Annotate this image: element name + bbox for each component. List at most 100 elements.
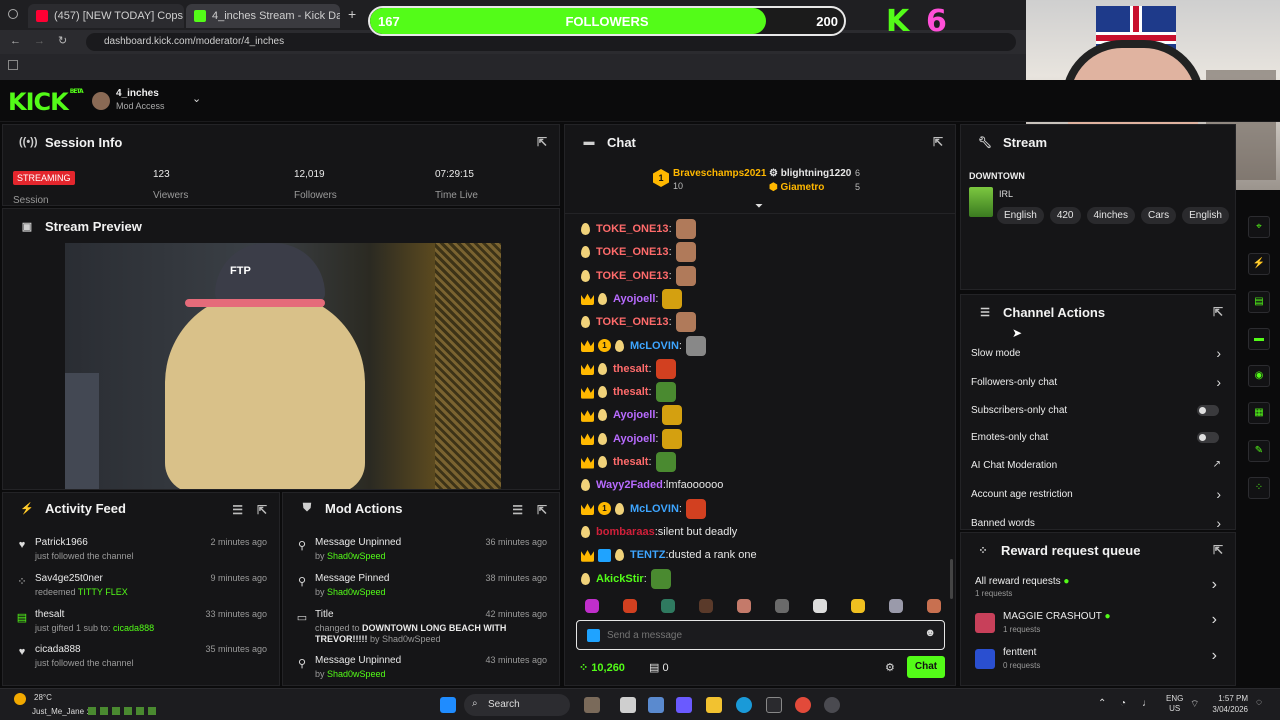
rail-chat-icon[interactable]: ▬: [1248, 328, 1270, 350]
points-icon: ⁘: [579, 662, 592, 674]
rail-capture-icon[interactable]: ⌖: [1248, 216, 1270, 238]
popout-icon[interactable]: ⇱: [537, 135, 547, 149]
chat-username[interactable]: Ayojoell: [613, 433, 655, 445]
stream-preview-video[interactable]: FTP: [65, 243, 501, 489]
browser-tab-kick[interactable]: 4_inches Stream - Kick Dash ×: [186, 4, 340, 28]
windows-start-icon[interactable]: [440, 697, 456, 713]
emote-icon[interactable]: [699, 599, 713, 613]
send-chat-button[interactable]: Chat: [907, 656, 945, 678]
leader-name[interactable]: ⚙ blightning1220: [769, 168, 851, 179]
chat-username[interactable]: McLOVIN: [630, 503, 679, 515]
chat-username[interactable]: thesalt: [613, 363, 648, 375]
popout-icon[interactable]: ⇱: [1213, 543, 1223, 557]
emote-icon[interactable]: [775, 599, 789, 613]
chat-scrollbar[interactable]: [950, 559, 953, 599]
tab-search-icon[interactable]: [8, 9, 18, 19]
chat-username[interactable]: TOKE_ONE13: [596, 270, 669, 282]
tray-chevron-icon[interactable]: ⌃: [1098, 698, 1106, 709]
banned-words-row[interactable]: Banned words ›: [961, 510, 1235, 529]
leader-count: 6: [855, 168, 861, 178]
emotes-only-toggle[interactable]: [1197, 432, 1219, 443]
chat-username[interactable]: Ayojoell: [613, 409, 655, 421]
rail-bolt-icon[interactable]: ⚡: [1248, 253, 1270, 275]
reward-row-maggie[interactable]: MAGGIE CRASHOUT ● 1 requests ›: [975, 611, 1235, 639]
emote-icon[interactable]: [889, 599, 903, 613]
chrome-icon[interactable]: [795, 697, 811, 713]
chat-username[interactable]: McLOVIN: [630, 340, 679, 352]
chat-username[interactable]: Wayy2Faded: [596, 479, 663, 491]
settings-gear-icon[interactable]: ⚙: [885, 661, 895, 674]
emote-icon[interactable]: [927, 599, 941, 613]
chat-username[interactable]: TOKE_ONE13: [596, 223, 669, 235]
emote-icon[interactable]: [585, 599, 599, 613]
filter-icon[interactable]: ☰: [232, 503, 243, 517]
followers-only-row[interactable]: Followers-only chat ›: [961, 369, 1235, 395]
subscribers-only-toggle[interactable]: [1197, 405, 1219, 416]
file-explorer-icon[interactable]: [706, 697, 722, 713]
taskbar-clock[interactable]: 1:57 PM 3/04/2026: [1206, 693, 1248, 715]
kick-logo[interactable]: KICK BETA: [8, 88, 84, 116]
browser-tab-youtube[interactable]: (457) [NEW TODAY] Cops Relo ×: [28, 4, 184, 28]
rail-layout-icon[interactable]: ▦: [1248, 402, 1270, 424]
notification-bell-icon[interactable]: ◌: [1256, 697, 1262, 708]
chat-username[interactable]: bombaraas: [596, 526, 655, 538]
tray-network-icon[interactable]: ◔: [1120, 698, 1126, 709]
chat-username[interactable]: Ayojoell: [613, 293, 655, 305]
reward-row-all[interactable]: All reward requests ● 1 requests ›: [975, 576, 1235, 602]
chat-username[interactable]: TOKE_ONE13: [596, 246, 669, 258]
chat-username[interactable]: TOKE_ONE13: [596, 316, 669, 328]
online-dot: ●: [1104, 611, 1111, 622]
leader-name[interactable]: Braveschamps2021: [673, 168, 766, 179]
task-view-icon[interactable]: [620, 697, 636, 713]
rail-document-icon[interactable]: ▤: [1248, 291, 1270, 313]
widgets-icon[interactable]: [584, 697, 600, 713]
forward-icon[interactable]: →: [34, 35, 45, 47]
reload-icon[interactable]: ↻: [58, 34, 67, 47]
rail-broadcast-icon[interactable]: ◉: [1248, 365, 1270, 387]
taskbar-search[interactable]: ⌕ Search: [464, 694, 570, 716]
popout-icon[interactable]: ⇱: [1213, 305, 1223, 319]
ai-moderation-row[interactable]: AI Chat Moderation ↗: [961, 452, 1235, 478]
rail-points-icon[interactable]: ⁘: [1248, 477, 1270, 499]
rail-wrench-icon[interactable]: ✎: [1248, 440, 1270, 462]
copilot-icon[interactable]: [676, 697, 692, 713]
emote-icon[interactable]: [661, 599, 675, 613]
back-icon[interactable]: ←: [10, 35, 21, 47]
windows-taskbar: 28°C Just_Me_Jane : ⌕ Search ⌃ ◔ ♩ ENG US…: [0, 688, 1280, 720]
new-tab-button[interactable]: +: [348, 6, 356, 22]
filter-icon[interactable]: ☰: [512, 503, 523, 517]
chat-username[interactable]: thesalt: [613, 386, 648, 398]
account-age-row[interactable]: Account age restriction ›: [961, 481, 1235, 507]
popout-icon[interactable]: ⇱: [257, 503, 267, 517]
tray-wifi-icon[interactable]: ⌔: [1190, 698, 1199, 711]
emote-icon[interactable]: [737, 599, 751, 613]
slow-mode-row[interactable]: Slow mode ›: [961, 340, 1235, 366]
chat-input-box[interactable]: ☻: [576, 620, 945, 650]
store-icon[interactable]: [766, 697, 782, 713]
weather-icon: [14, 693, 26, 705]
expand-pinned-icon[interactable]: ⏷: [755, 201, 763, 212]
chat-username[interactable]: TENTZ: [630, 549, 665, 561]
edge-icon[interactable]: [736, 697, 752, 713]
emote-icon[interactable]: [623, 599, 637, 613]
language-indicator[interactable]: ENG US: [1166, 694, 1183, 714]
channel-points[interactable]: ⁘ 10,260: [579, 661, 625, 674]
chat-username[interactable]: thesalt: [613, 456, 648, 468]
chat-separator: :: [668, 316, 672, 329]
obs-icon[interactable]: [824, 697, 840, 713]
tray-mic-icon[interactable]: ♩: [1142, 698, 1152, 709]
chat-input[interactable]: [607, 626, 907, 644]
popout-icon[interactable]: ⇱: [537, 503, 547, 517]
popout-icon[interactable]: ⇱: [933, 135, 943, 149]
chat-username[interactable]: AkickStir: [596, 573, 644, 585]
emote-icon[interactable]: [813, 599, 827, 613]
leader-name[interactable]: ⬢ Giametro: [769, 182, 824, 193]
reward-row-fenttent[interactable]: fenttent 0 requests ›: [975, 647, 1235, 675]
apps-icon[interactable]: [8, 60, 18, 70]
emoji-icon[interactable]: ☻: [924, 627, 936, 639]
chevron-down-icon[interactable]: ⌄: [192, 92, 201, 105]
gift-count[interactable]: ▤ 0: [649, 661, 669, 674]
panel-title: Stream: [1003, 134, 1048, 150]
settings-app-icon[interactable]: [648, 697, 664, 713]
emote-icon[interactable]: [851, 599, 865, 613]
